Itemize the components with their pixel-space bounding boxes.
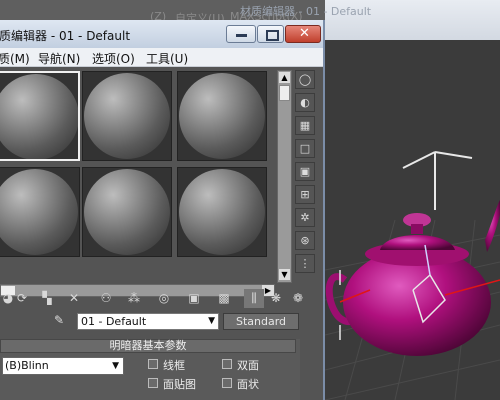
close-icon: ✕ [299, 26, 310, 41]
material-slot-4[interactable] [0, 167, 80, 257]
maximize-button[interactable] [257, 25, 284, 43]
background-window-titlebar: 材质编辑器 - 01 - Default [240, 0, 500, 40]
material-map-navigator-icon: ⋮ [299, 257, 311, 270]
options-button[interactable]: ✲ [295, 208, 315, 227]
close-button[interactable]: ✕ [285, 25, 321, 43]
material-sphere [179, 169, 265, 255]
make-preview-button[interactable]: ⊞ [295, 185, 315, 204]
material-type-button[interactable]: Standard [223, 313, 299, 330]
faceted-checkbox[interactable] [222, 378, 232, 388]
pick-material-eyedropper[interactable]: ✎ [54, 313, 70, 330]
reset-map-button[interactable]: ✕ [64, 289, 84, 308]
chevron-down-icon[interactable]: ▼ [112, 358, 119, 374]
select-by-material-icon: ⊛ [300, 234, 310, 247]
sample-uv-tiling-icon: □ [299, 142, 311, 155]
transform-gizmo[interactable] [402, 151, 473, 210]
material-sphere [84, 73, 170, 159]
show-end-result-button[interactable]: ▩ [214, 289, 234, 308]
video-color-check-icon: ▣ [299, 165, 311, 178]
eyedropper-icon: ✎ [54, 313, 65, 327]
material-slot-3[interactable] [177, 71, 267, 161]
material-sphere [179, 73, 265, 159]
backlight-icon: ◐ [300, 96, 310, 109]
show-map-in-viewport-button[interactable]: ▣ [184, 289, 204, 308]
menu-navigation[interactable]: 导航(N) [38, 50, 80, 67]
shader-type-value: (B)Blinn [5, 359, 49, 372]
backlight-button[interactable]: ◐ [295, 93, 315, 112]
material-effects-button[interactable]: ❁ [288, 289, 308, 308]
put-to-scene-icon: ⟳ [16, 291, 28, 305]
menu-options[interactable]: 选项(O) [92, 50, 135, 67]
two-sided-label: 双面 [237, 359, 259, 372]
material-slot-5[interactable] [82, 167, 172, 257]
go-to-parent-icon: ⫼ [251, 291, 257, 305]
maximize-icon [266, 30, 279, 41]
editor-client-area: ▲ ▼ ▶ ◯ ◐ ▦ □ ▣ ⊞ ✲ ⊛ ⋮ ◕ ⟳ ▚ ✕ ⚇ ⁂ ◎ ▣ … [0, 67, 323, 400]
face-map-checkbox[interactable] [148, 378, 158, 388]
select-by-material-button[interactable]: ⊛ [295, 231, 315, 250]
background-window-title: 材质编辑器 - 01 - Default [240, 5, 372, 18]
sample-type-sphere-button[interactable]: ◯ [295, 70, 315, 89]
material-name-value: 01 - Default [81, 315, 147, 328]
menu-material[interactable]: 质(M) [0, 50, 30, 67]
options-icon: ✲ [300, 211, 310, 224]
make-unique-button[interactable]: ⚇ [96, 289, 116, 308]
minimize-icon [236, 34, 247, 37]
two-sided-checkbox[interactable] [222, 359, 232, 369]
show-map-in-viewport-icon: ▣ [188, 291, 200, 305]
wire-checkbox[interactable] [148, 359, 158, 369]
background-checker-button[interactable]: ▦ [295, 116, 315, 135]
material-sphere [0, 169, 78, 255]
slots-vertical-scrollbar[interactable]: ▲ ▼ [277, 70, 292, 283]
material-sphere [0, 74, 78, 159]
material-slot-6[interactable] [177, 167, 267, 257]
material-sphere [84, 169, 170, 255]
put-to-library-button[interactable]: ⁂ [124, 289, 144, 308]
make-preview-icon: ⊞ [300, 188, 310, 201]
go-forward-to-sibling-button[interactable]: ❋ [266, 289, 286, 308]
scroll-thumb[interactable] [279, 85, 290, 101]
go-to-parent-button[interactable]: ⫼ [244, 289, 264, 308]
sample-type-sphere-icon: ◯ [298, 73, 312, 86]
scroll-up-icon[interactable]: ▲ [279, 72, 290, 83]
material-slot-1[interactable] [0, 71, 80, 161]
put-to-scene-button[interactable]: ⟳ [12, 289, 32, 308]
scroll-down-icon[interactable]: ▼ [279, 269, 290, 280]
material-id-icon: ◎ [158, 291, 170, 305]
editor-titlebar[interactable]: 材质编辑器 - 01 - Default ✕ [0, 20, 323, 48]
face-map-label: 面贴图 [163, 378, 196, 391]
chevron-down-icon[interactable]: ▼ [208, 314, 215, 329]
minimize-button[interactable] [226, 25, 256, 43]
make-unique-icon: ⚇ [100, 291, 112, 305]
put-to-library-icon: ⁂ [128, 291, 140, 305]
faceted-label: 面状 [237, 378, 259, 391]
material-slot-2[interactable] [82, 71, 172, 161]
show-end-result-icon: ▩ [218, 291, 230, 305]
go-forward-to-sibling-icon: ❋ [270, 291, 282, 305]
menu-utilities[interactable]: 工具(U) [146, 50, 188, 67]
wire-label: 线框 [163, 359, 185, 372]
reset-map-icon: ✕ [68, 291, 80, 305]
background-checker-icon: ▦ [299, 119, 311, 132]
shader-basic-parameters-rollout: 明暗器基本参数 (B)Blinn ▼ 线框 双面 面贴图 面状 [0, 339, 300, 400]
assign-to-selection-button[interactable]: ▚ [37, 289, 57, 308]
editor-menubar: 质(M) 导航(N) 选项(O) 工具(U) [0, 48, 323, 67]
material-id-button[interactable]: ◎ [154, 289, 174, 308]
material-map-navigator-button[interactable]: ⋮ [295, 254, 315, 273]
shader-type-select[interactable]: (B)Blinn ▼ [2, 357, 124, 375]
material-editor-window[interactable]: 材质编辑器 - 01 - Default ✕ 质(M) 导航(N) 选项(O) … [0, 20, 325, 400]
material-name-field[interactable]: 01 - Default ▼ [77, 313, 219, 330]
rollout-header[interactable]: 明暗器基本参数 [0, 339, 296, 353]
perspective-viewport[interactable] [325, 40, 500, 400]
material-effects-icon: ❁ [292, 291, 304, 305]
editor-title: 材质编辑器 - 01 - Default [0, 29, 131, 43]
sample-uv-tiling-button[interactable]: □ [295, 139, 315, 158]
viewport-scene [325, 151, 500, 400]
video-color-check-button[interactable]: ▣ [295, 162, 315, 181]
assign-to-selection-icon: ▚ [42, 291, 52, 305]
